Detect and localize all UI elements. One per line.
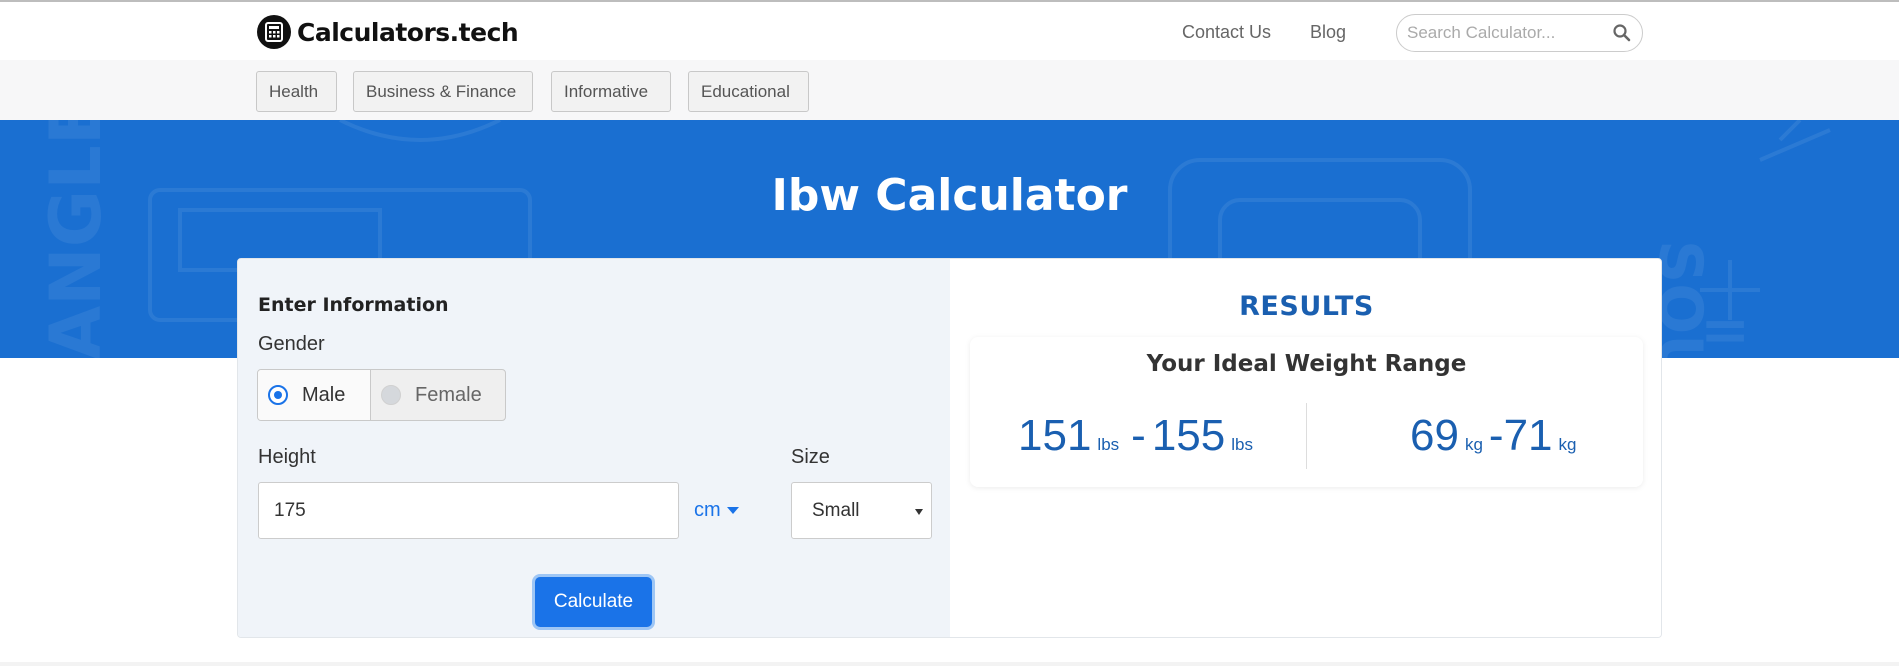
range-separator: -: [1131, 411, 1146, 460]
range-separator: -: [1488, 411, 1504, 460]
search-input[interactable]: [1407, 23, 1607, 43]
lbs-unit: lbs: [1097, 435, 1120, 454]
page-title: Ibw Calculator: [771, 170, 1128, 221]
nav-contact-us[interactable]: Contact Us: [1182, 22, 1271, 43]
nav-blog[interactable]: Blog: [1310, 22, 1346, 43]
search-icon[interactable]: [1612, 23, 1632, 43]
category-health[interactable]: Health: [256, 71, 337, 112]
calculate-button[interactable]: Calculate: [535, 577, 652, 627]
category-educational[interactable]: Educational: [688, 71, 809, 112]
height-unit-dropdown[interactable]: cm: [694, 499, 739, 522]
lbs-unit: lbs: [1231, 435, 1253, 454]
results-panel: RESULTS Your Ideal Weight Range 151 lbs -1…: [950, 259, 1661, 637]
kg-unit: kg: [1558, 435, 1577, 454]
results-divider: [1306, 403, 1307, 469]
gender-male-label: Male: [302, 383, 346, 406]
height-label: Height: [258, 446, 316, 468]
input-panel: Enter Information Gender Male Female Hei…: [238, 259, 950, 637]
calculator-icon: [257, 15, 291, 49]
gender-option-female[interactable]: Female: [371, 370, 505, 420]
results-box: Your Ideal Weight Range 151 lbs -155 lbs 69…: [970, 337, 1643, 487]
kg-unit: kg: [1464, 435, 1483, 454]
category-bar: Health Business & Finance Informative Ed…: [0, 60, 1899, 120]
height-unit-value: cm: [694, 499, 721, 521]
radio-checked-icon[interactable]: [268, 385, 288, 405]
size-label: Size: [791, 446, 830, 468]
size-select[interactable]: Small: [791, 482, 932, 539]
svg-text:ANGLE: ANGLE: [35, 120, 117, 358]
page-bottom-divider: [0, 662, 1899, 666]
height-input[interactable]: [258, 482, 679, 539]
search-box: [1396, 14, 1643, 52]
radio-unchecked-icon[interactable]: [381, 385, 401, 405]
category-informative[interactable]: Informative: [551, 71, 671, 112]
results-subtitle: Your Ideal Weight Range: [1146, 351, 1467, 377]
gender-female-label: Female: [415, 383, 482, 406]
result-kg-max: 71: [1503, 411, 1553, 460]
size-select-value: Small: [812, 499, 860, 521]
logo-text: Calculators.tech: [297, 17, 519, 47]
gender-radio-group: Male Female: [257, 369, 506, 421]
result-lbs-range: 151 lbs -155 lbs: [1018, 411, 1259, 461]
gender-option-male[interactable]: Male: [258, 370, 371, 420]
results-title: RESULTS: [1239, 291, 1374, 322]
site-logo[interactable]: Calculators.tech: [257, 14, 519, 50]
result-kg-range: 69 kg -71 kg: [1410, 411, 1583, 461]
section-title: Enter Information: [258, 294, 449, 316]
site-header: Calculators.tech Contact Us Blog: [0, 2, 1899, 60]
caret-down-icon: [915, 509, 923, 515]
category-business-finance[interactable]: Business & Finance: [353, 71, 533, 112]
calculator-card: Enter Information Gender Male Female Hei…: [237, 258, 1662, 638]
caret-down-icon: [726, 507, 739, 514]
result-lbs-min: 151: [1018, 411, 1092, 460]
result-lbs-max: 155: [1151, 411, 1226, 460]
result-kg-min: 69: [1410, 411, 1459, 460]
gender-label: Gender: [258, 333, 325, 355]
svg-text:=: =: [1700, 295, 1750, 358]
